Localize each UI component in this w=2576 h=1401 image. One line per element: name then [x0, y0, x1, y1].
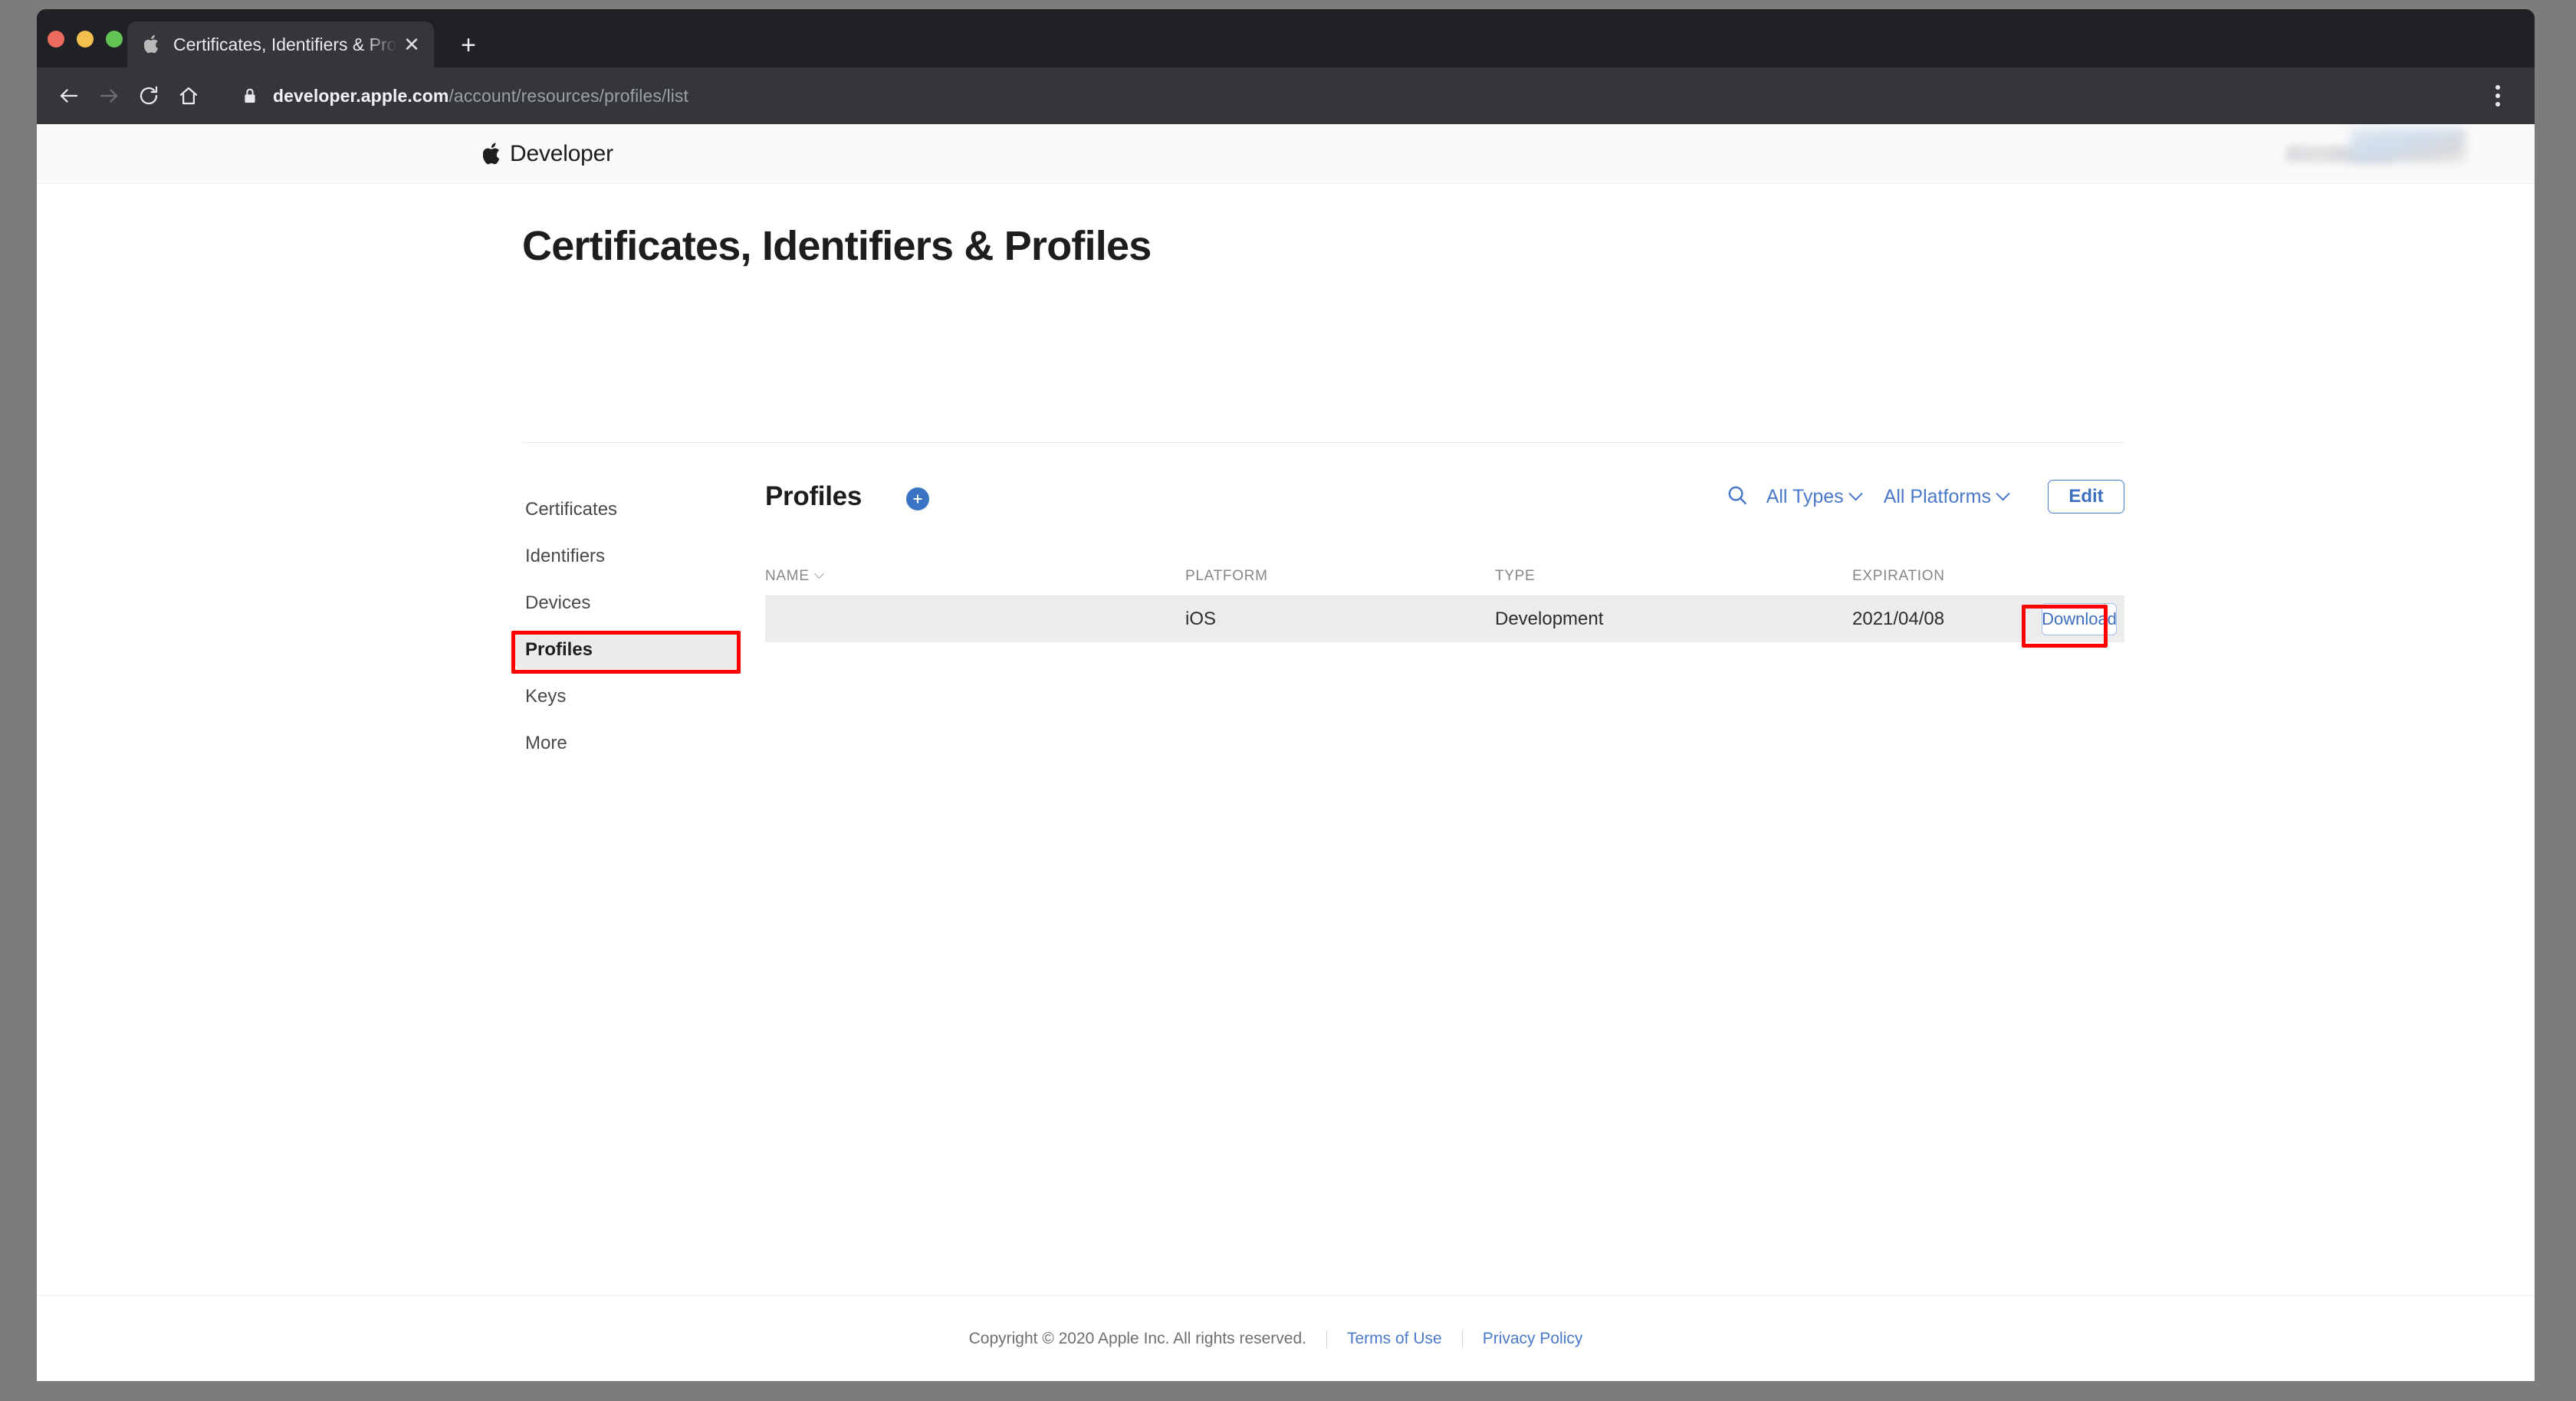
chevron-down-icon [813, 569, 824, 579]
add-profile-button[interactable] [906, 487, 929, 510]
sidebar-item-label: Devices [525, 592, 591, 613]
sidebar-item-more[interactable]: More [515, 724, 739, 763]
reload-icon [137, 84, 160, 107]
sidebar-item-keys[interactable]: Keys [515, 678, 739, 716]
section-title: Profiles [765, 481, 862, 511]
close-icon[interactable]: ✕ [396, 28, 428, 61]
plus-icon: + [461, 31, 476, 60]
reload-button[interactable] [129, 76, 169, 116]
back-button[interactable] [49, 76, 89, 116]
three-dots-vertical-icon [2496, 85, 2500, 90]
filter-label: All Types [1766, 485, 1844, 507]
column-header-type: TYPE [1495, 568, 1852, 585]
chevron-down-icon [1848, 486, 1863, 500]
column-header-expiration: EXPIRATION [1852, 568, 2021, 585]
table-header-row: NAME PLATFORM TYPE EXPIRATION [765, 556, 2124, 596]
sidebar-item-label: Identifiers [525, 546, 606, 566]
account-avatar-redacted [2351, 129, 2466, 162]
url-host: developer.apple.com [273, 85, 449, 106]
browser-tab-title: Certificates, Identifiers & Profiles [173, 35, 396, 54]
sidebar-item-devices[interactable]: Devices [515, 584, 739, 622]
home-icon [177, 84, 200, 107]
url-path: /account/resources/profiles/list [449, 85, 688, 106]
footer-copyright: Copyright © 2020 Apple Inc. All rights r… [968, 1329, 1306, 1347]
sidebar-nav: Certificates Identifiers Devices Profile… [515, 491, 739, 771]
column-header-label: EXPIRATION [1852, 567, 1945, 584]
page-viewport: Developer Certificates, Identifiers & Pr… [37, 124, 2535, 1381]
column-header-name[interactable]: NAME [765, 568, 1185, 585]
column-header-label: TYPE [1495, 567, 1536, 584]
browser-window: Certificates, Identifiers & Profiles ✕ + [37, 9, 2535, 1381]
cell-type: Development [1495, 609, 1604, 629]
window-traffic-lights [48, 31, 123, 48]
column-header-label: NAME [765, 567, 810, 584]
browser-tab[interactable]: Certificates, Identifiers & Profiles ✕ [127, 21, 434, 67]
apple-developer-global-nav: Developer [37, 124, 2535, 184]
forward-button[interactable] [89, 76, 129, 116]
title-divider [522, 442, 2124, 443]
close-window-button[interactable] [48, 31, 64, 48]
cell-platform: iOS [1185, 609, 1217, 629]
sidebar-item-label: Profiles [525, 639, 593, 660]
profiles-content: Profiles All Types All Platforms Edit NA… [765, 480, 2124, 642]
chevron-down-icon [1996, 486, 2010, 500]
apple-favicon-icon [144, 34, 161, 54]
brand-word: Developer [510, 141, 613, 166]
sidebar-item-certificates[interactable]: Certificates [515, 491, 739, 529]
column-header-label: PLATFORM [1185, 567, 1268, 584]
search-button[interactable] [1720, 480, 1754, 513]
cell-expiration: 2021/04/08 [1852, 609, 1945, 629]
sidebar-item-identifiers[interactable]: Identifiers [515, 537, 739, 576]
column-header-platform: PLATFORM [1185, 568, 1495, 585]
content-header: Profiles All Types All Platforms Edit [765, 480, 2124, 527]
sidebar-item-profiles[interactable]: Profiles [515, 631, 739, 669]
page-footer: Copyright © 2020 Apple Inc. All rights r… [37, 1295, 2535, 1381]
sidebar-item-label: Certificates [525, 499, 618, 520]
new-tab-button[interactable]: + [452, 29, 485, 61]
cell-action: Download [2021, 603, 2124, 635]
content-toolbar: All Types All Platforms Edit [1720, 480, 2124, 513]
footer-link-terms-of-use[interactable]: Terms of Use [1327, 1330, 1462, 1348]
browser-toolbar: developer.apple.com/account/resources/pr… [37, 67, 2535, 124]
edit-button[interactable]: Edit [2048, 480, 2124, 513]
profiles-table: NAME PLATFORM TYPE EXPIRATION iOS Develo… [765, 556, 2124, 642]
maximize-window-button[interactable] [106, 31, 123, 48]
apple-logo-icon [483, 142, 503, 166]
address-bar[interactable]: developer.apple.com/account/resources/pr… [221, 76, 2466, 116]
table-row[interactable]: iOS Development 2021/04/08 Download [765, 596, 2124, 642]
search-icon [1726, 484, 1749, 510]
browser-menu-button[interactable] [2478, 76, 2518, 116]
filter-all-platforms[interactable]: All Platforms [1883, 485, 2010, 508]
browser-tab-strip: Certificates, Identifiers & Profiles ✕ + [37, 9, 2535, 67]
sidebar-item-label: More [525, 733, 567, 753]
filter-label: All Platforms [1883, 485, 1991, 507]
page-body: Certificates, Identifiers & Profiles Cer… [37, 184, 2535, 753]
filter-all-types[interactable]: All Types [1766, 485, 1863, 508]
arrow-right-icon [97, 84, 120, 107]
address-bar-url: developer.apple.com/account/resources/pr… [273, 86, 688, 107]
page-title: Certificates, Identifiers & Profiles [522, 223, 1152, 269]
sidebar-item-label: Keys [525, 686, 567, 707]
home-button[interactable] [169, 76, 209, 116]
minimize-window-button[interactable] [77, 31, 94, 48]
arrow-left-icon [58, 84, 80, 107]
download-button[interactable]: Download [2042, 603, 2117, 635]
lock-icon [242, 86, 259, 106]
footer-link-privacy-policy[interactable]: Privacy Policy [1463, 1330, 1603, 1348]
apple-developer-logo[interactable]: Developer [483, 141, 613, 167]
plus-circle-icon [911, 492, 925, 506]
